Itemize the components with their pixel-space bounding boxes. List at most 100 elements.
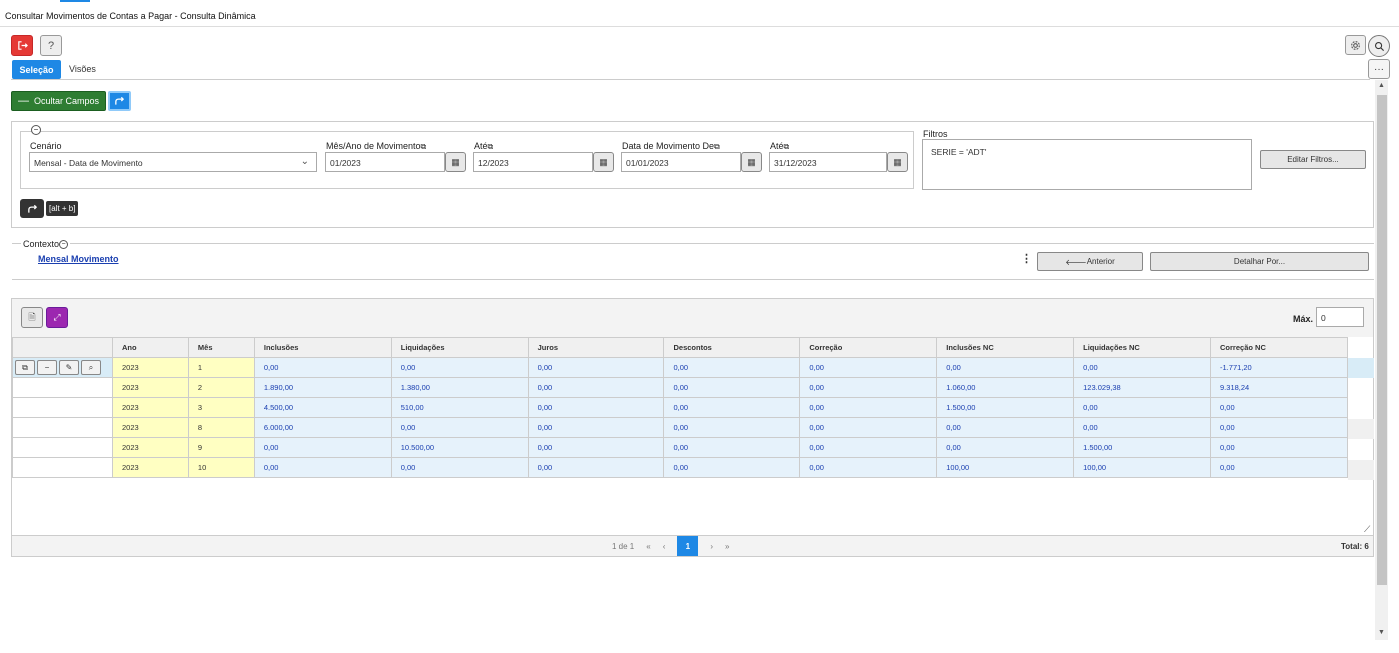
table-cell[interactable]: 0,00 <box>390 417 529 438</box>
search-button[interactable] <box>1368 35 1390 57</box>
table-cell[interactable]: 0,00 <box>1073 357 1212 378</box>
table-cell[interactable]: 1.380,00 <box>390 377 529 398</box>
col-header[interactable]: Liquidações <box>390 337 529 358</box>
col-header[interactable]: Juros <box>527 337 665 358</box>
remove-row-button[interactable]: − <box>37 360 57 375</box>
resize-handle-icon[interactable]: ⟋ <box>1364 524 1370 535</box>
table-cell[interactable]: 0,00 <box>799 397 938 418</box>
table-cell[interactable]: 0,00 <box>663 377 801 398</box>
scroll-down-arrow[interactable]: ▼ <box>1378 629 1385 636</box>
edit-row-button[interactable]: ✎ <box>59 360 79 375</box>
table-cell[interactable]: 0,00 <box>799 437 938 458</box>
date-to-input[interactable]: 31/12/2023 <box>769 152 887 172</box>
context-link[interactable]: Mensal Movimento <box>38 254 119 264</box>
table-cell[interactable]: 0,00 <box>253 357 392 378</box>
table-cell[interactable]: 10 <box>187 457 255 478</box>
prev-page-button[interactable]: ‹ <box>663 542 666 551</box>
filters-textbox[interactable]: SERIE = 'ADT' <box>922 139 1252 190</box>
exit-button[interactable] <box>11 35 33 56</box>
col-header[interactable]: Ano <box>111 337 189 358</box>
table-cell[interactable]: 0,00 <box>1210 437 1348 458</box>
next-page-button[interactable]: › <box>710 542 713 551</box>
collapse-fields-icon[interactable]: − <box>31 125 41 135</box>
table-cell[interactable]: 0,00 <box>1073 417 1212 438</box>
table-cell[interactable]: 0,00 <box>527 437 665 458</box>
table-cell[interactable]: 4.500,00 <box>253 397 392 418</box>
hide-fields-button[interactable]: — Ocultar Campos <box>11 91 106 111</box>
table-cell[interactable]: 2023 <box>111 397 189 418</box>
table-cell[interactable]: 0,00 <box>663 417 801 438</box>
table-cell[interactable]: 0,00 <box>390 457 529 478</box>
table-cell[interactable]: 0,00 <box>1073 397 1212 418</box>
last-page-button[interactable]: » <box>725 542 729 551</box>
calendar-button[interactable]: ▦ <box>741 152 762 172</box>
month-year-from-input[interactable]: 01/2023 <box>325 152 445 172</box>
table-cell[interactable]: -1.771,20 <box>1210 357 1348 378</box>
col-header[interactable]: Correção NC <box>1210 337 1348 358</box>
table-cell[interactable]: 510,00 <box>390 397 529 418</box>
table-cell[interactable]: 0,00 <box>799 417 938 438</box>
table-row[interactable]: ⧉ − ✎ ⌕ 2023 1 0,00 0,00 0,00 0,00 0,00 0,00 0,00 -1.… <box>12 357 1348 378</box>
page-1-button[interactable]: 1 <box>677 536 699 556</box>
edit-filters-button[interactable]: Editar Filtros... <box>1260 150 1366 169</box>
table-cell[interactable]: 2023 <box>111 377 189 398</box>
share-button[interactable] <box>108 91 131 111</box>
drill-down-button[interactable]: Detalhar Por... <box>1150 252 1369 271</box>
table-row[interactable]: 2023 10 0,00 0,00 0,00 0,00 0,00 100,00 100,00 0,… <box>12 457 1348 478</box>
scenario-select[interactable]: Mensal - Data de Movimento ⌄ <box>29 152 317 172</box>
month-year-to-input[interactable]: 12/2023 <box>473 152 593 172</box>
table-cell[interactable]: 6.000,00 <box>253 417 392 438</box>
col-header[interactable]: Correção <box>799 337 938 358</box>
table-cell[interactable]: 9 <box>187 437 255 458</box>
table-row[interactable]: 2023 3 4.500,00 510,00 0,00 0,00 0,00 1.500,00 0… <box>12 397 1348 418</box>
table-cell[interactable]: 1.500,00 <box>1073 437 1212 458</box>
col-header[interactable]: Inclusões NC <box>936 337 1075 358</box>
kebab-menu-icon[interactable]: ⋮ <box>1021 252 1032 265</box>
table-row[interactable]: 2023 9 0,00 10.500,00 0,00 0,00 0,00 0,00 1.500,… <box>12 437 1348 458</box>
previous-button[interactable]: 🡐 Anterior <box>1037 252 1143 271</box>
table-cell[interactable]: 2023 <box>111 417 189 438</box>
table-row[interactable]: 2023 8 6.000,00 0,00 0,00 0,00 0,00 0,00 0,00 0,0… <box>12 417 1348 438</box>
table-cell[interactable]: 0,00 <box>799 357 938 378</box>
table-cell[interactable]: 10.500,00 <box>390 437 529 458</box>
calendar-button[interactable]: ▦ <box>887 152 908 172</box>
copy-row-button[interactable]: ⧉ <box>15 360 35 375</box>
table-cell[interactable]: 0,00 <box>663 437 801 458</box>
tab-visoes[interactable]: Visões <box>69 64 96 74</box>
table-cell[interactable]: 0,00 <box>527 417 665 438</box>
date-from-input[interactable]: 01/01/2023 <box>621 152 741 172</box>
table-cell[interactable]: 100,00 <box>936 457 1075 478</box>
col-header[interactable]: Inclusões <box>253 337 392 358</box>
table-cell[interactable]: 0,00 <box>527 457 665 478</box>
table-cell[interactable]: 0,00 <box>1210 417 1348 438</box>
table-cell[interactable]: 0,00 <box>799 457 938 478</box>
table-cell[interactable]: 1.060,00 <box>936 377 1075 398</box>
tab-selecao[interactable]: Seleção <box>12 60 61 79</box>
table-row[interactable]: 2023 2 1.890,00 1.380,00 0,00 0,00 0,00 1.060,0… <box>12 377 1348 398</box>
calendar-button[interactable]: ▦ <box>445 152 466 172</box>
first-page-button[interactable]: « <box>646 542 650 551</box>
search-row-button[interactable]: ⌕ <box>81 360 101 375</box>
table-cell[interactable]: 0,00 <box>936 437 1075 458</box>
max-input[interactable]: 0 <box>1316 307 1364 327</box>
table-cell[interactable]: 0,00 <box>527 397 665 418</box>
table-cell[interactable]: 0,00 <box>663 397 801 418</box>
help-button[interactable]: ? <box>40 35 62 56</box>
table-cell[interactable]: 0,00 <box>390 357 529 378</box>
table-cell[interactable]: 1 <box>187 357 255 378</box>
table-cell[interactable]: 0,00 <box>663 457 801 478</box>
col-header[interactable]: Descontos <box>663 337 801 358</box>
execute-button[interactable] <box>20 199 44 218</box>
table-cell[interactable]: 2023 <box>111 437 189 458</box>
table-cell[interactable]: 9.318,24 <box>1210 377 1348 398</box>
table-cell[interactable]: 8 <box>187 417 255 438</box>
table-cell[interactable]: 0,00 <box>1210 397 1348 418</box>
col-header[interactable]: Mês <box>187 337 255 358</box>
table-cell[interactable]: 0,00 <box>936 417 1075 438</box>
table-cell[interactable]: 0,00 <box>527 357 665 378</box>
table-cell[interactable]: 0,00 <box>1210 457 1348 478</box>
table-cell[interactable]: 2023 <box>111 457 189 478</box>
table-cell[interactable]: 100,00 <box>1073 457 1212 478</box>
table-cell[interactable]: 0,00 <box>527 377 665 398</box>
table-cell[interactable]: 123.029,38 <box>1073 377 1212 398</box>
